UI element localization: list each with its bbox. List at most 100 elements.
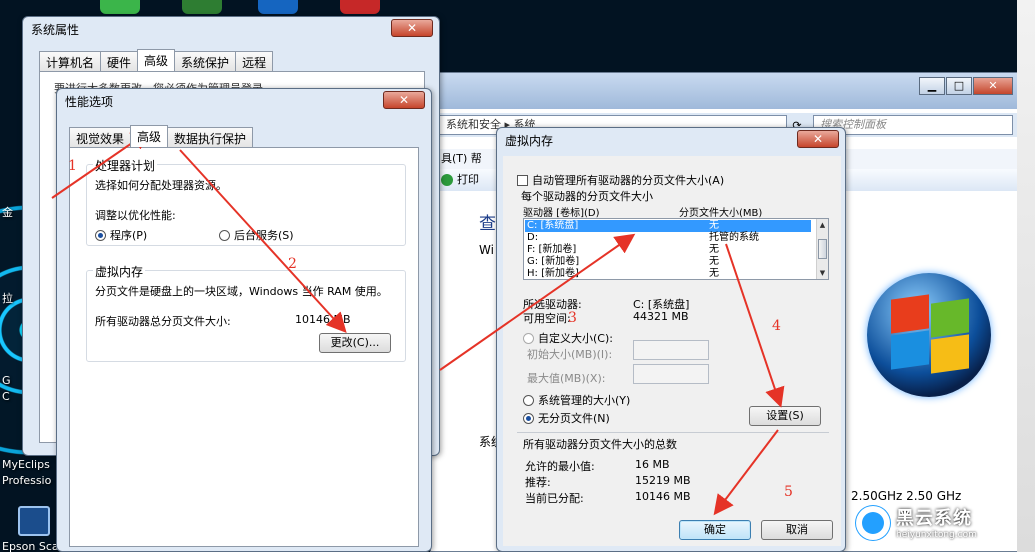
list-item[interactable]: H: [新加卷] 无 bbox=[525, 268, 811, 279]
processor-desc: 选择如何分配处理器资源。 bbox=[95, 179, 227, 192]
explorer-titlebar: ▁ □ ✕ bbox=[431, 73, 1019, 109]
tab-hardware[interactable]: 硬件 bbox=[100, 51, 139, 71]
watermark-name: 黑云系统 bbox=[896, 508, 972, 529]
system-managed-label: 系统管理的大小(Y) bbox=[538, 394, 631, 407]
close-icon[interactable]: ✕ bbox=[797, 130, 839, 148]
close-icon[interactable]: ✕ bbox=[973, 77, 1013, 95]
watermark-url: heiyunxitong.com bbox=[896, 530, 977, 540]
desktop-icon-label[interactable]: Professio bbox=[2, 474, 62, 487]
background-services-label: 后台服务(S) bbox=[234, 229, 294, 242]
tab-visual-effects[interactable]: 视觉效果 bbox=[69, 127, 132, 147]
free-space-label: 可用空间: bbox=[523, 312, 571, 325]
custom-size-radio[interactable]: 自定义大小(C): bbox=[523, 330, 613, 346]
step-number: 1 bbox=[68, 158, 77, 174]
radio-icon bbox=[523, 333, 534, 344]
taskbar-app-icon-2[interactable] bbox=[182, 0, 222, 14]
group-title: 处理器计划 bbox=[93, 157, 158, 174]
close-icon[interactable]: ✕ bbox=[383, 91, 425, 109]
virtual-memory-desc: 分页文件是硬盘上的一块区域，Windows 当作 RAM 使用。 bbox=[95, 285, 388, 298]
scroll-down-icon[interactable]: ▼ bbox=[818, 268, 827, 278]
group-title: 虚拟内存 bbox=[93, 263, 146, 280]
tab-advanced[interactable]: 高级 bbox=[130, 125, 169, 147]
minimize-icon[interactable]: ▁ bbox=[919, 77, 945, 95]
drive-name: G: [新加卷] bbox=[527, 256, 580, 267]
scroll-thumb[interactable] bbox=[818, 239, 827, 259]
program-radio[interactable]: 程序(P) bbox=[95, 227, 147, 243]
scroll-up-icon[interactable]: ▲ bbox=[818, 220, 827, 230]
taskbar-app-icon-4[interactable] bbox=[340, 0, 380, 14]
step-number: 3 bbox=[568, 310, 577, 326]
per-drive-label: 每个驱动器的分页文件大小 bbox=[521, 190, 653, 203]
drive-size: 无 bbox=[709, 256, 719, 267]
tab-advanced[interactable]: 高级 bbox=[137, 49, 176, 71]
taskbar-app-icon-pc[interactable] bbox=[258, 0, 298, 14]
desktop-icon-label[interactable]: MyEclips bbox=[2, 458, 62, 471]
min-allowed-value: 16 MB bbox=[635, 458, 670, 471]
radio-icon bbox=[219, 230, 230, 241]
windows-edition-label: Wi bbox=[479, 243, 494, 257]
total-paging-value: 10146 MB bbox=[295, 313, 351, 326]
radio-icon bbox=[95, 230, 106, 241]
total-paging-label: 所有驱动器总分页文件大小: bbox=[95, 315, 231, 328]
processor-scheduling-group: 处理器计划 选择如何分配处理器资源。 调整以优化性能: 程序(P) 后台服务(S… bbox=[86, 157, 406, 246]
tab-computer-name[interactable]: 计算机名 bbox=[39, 51, 102, 71]
program-radio-label: 程序(P) bbox=[110, 229, 148, 242]
tab-dep[interactable]: 数据执行保护 bbox=[167, 127, 254, 147]
set-button[interactable]: 设置(S) bbox=[749, 406, 821, 426]
dialog-title: 性能选项 bbox=[65, 95, 114, 109]
drive-list[interactable]: C: [系统盘] 无 D: 托管的系统 F: [新加卷] 无 G: [新加卷] 无 H:… bbox=[523, 218, 829, 280]
background-services-radio[interactable]: 后台服务(S) bbox=[219, 227, 294, 243]
step-number: 5 bbox=[784, 484, 793, 500]
tab-remote[interactable]: 远程 bbox=[235, 51, 274, 71]
max-size-input[interactable] bbox=[633, 364, 709, 384]
cpu-speed-value: 2.50GHz 2.50 GHz bbox=[851, 489, 962, 503]
no-paging-radio[interactable]: 无分页文件(N) bbox=[523, 410, 610, 426]
drive-name: D: bbox=[527, 232, 539, 243]
recommended-label: 推荐: bbox=[525, 476, 551, 489]
free-space-value: 44321 MB bbox=[633, 310, 689, 323]
dialog-title: 虚拟内存 bbox=[505, 134, 554, 148]
drive-size: 无 bbox=[709, 268, 719, 279]
drive-name: F: [新加卷] bbox=[527, 244, 577, 255]
desktop-icon-label[interactable]: Epson Sca bbox=[2, 540, 62, 552]
initial-size-input[interactable] bbox=[633, 340, 709, 360]
print-icon bbox=[441, 174, 453, 186]
epson-scan-icon[interactable] bbox=[18, 506, 50, 536]
change-button[interactable]: 更改(C)... bbox=[319, 333, 391, 353]
list-scrollbar[interactable]: ▲ ▼ bbox=[816, 219, 828, 279]
auto-manage-label: 自动管理所有驱动器的分页文件大小(A) bbox=[532, 174, 725, 187]
watermark: 黑云系统 heiyunxitong.com bbox=[856, 504, 1021, 544]
current-label: 当前已分配: bbox=[525, 492, 584, 505]
auto-manage-checkbox[interactable]: 自动管理所有驱动器的分页文件大小(A) bbox=[517, 172, 724, 188]
checkbox-icon bbox=[517, 175, 528, 186]
system-managed-radio[interactable]: 系统管理的大小(Y) bbox=[523, 392, 630, 408]
step-number: 2 bbox=[288, 256, 297, 272]
right-edge-strip bbox=[1017, 0, 1035, 552]
taskbar-app-icon-1[interactable] bbox=[100, 0, 140, 14]
current-value: 10146 MB bbox=[635, 490, 691, 503]
performance-advanced-panel: 处理器计划 选择如何分配处理器资源。 调整以优化性能: 程序(P) 后台服务(S… bbox=[69, 147, 419, 547]
close-icon[interactable]: ✕ bbox=[391, 19, 433, 37]
windows-logo-icon bbox=[867, 273, 991, 397]
list-item[interactable]: D: 托管的系统 bbox=[525, 232, 811, 244]
drive-name: H: [新加卷] bbox=[527, 268, 579, 279]
ok-button[interactable]: 确定 bbox=[679, 520, 751, 540]
adjust-label: 调整以优化性能: bbox=[95, 209, 176, 222]
col-drive-header: 驱动器 [卷标](D) bbox=[523, 208, 600, 219]
dialog-title: 系统属性 bbox=[31, 23, 80, 37]
print-button[interactable]: 打印 bbox=[457, 173, 479, 186]
virtual-memory-dialog: 虚拟内存 ✕ 自动管理所有驱动器的分页文件大小(A) 每个驱动器的分页文件大小 … bbox=[496, 127, 846, 552]
tab-system-protection[interactable]: 系统保护 bbox=[174, 51, 237, 71]
list-item[interactable]: C: [系统盘] 无 bbox=[525, 220, 811, 232]
radio-icon bbox=[523, 413, 534, 424]
min-allowed-label: 允许的最小值: bbox=[525, 460, 595, 473]
col-size-header: 分页文件大小(MB) bbox=[679, 208, 763, 219]
radio-icon bbox=[523, 395, 534, 406]
maximize-icon[interactable]: □ bbox=[946, 77, 972, 95]
drive-size: 无 bbox=[709, 220, 719, 231]
performance-options-dialog: 性能选项 ✕ 视觉效果 高级 数据执行保护 处理器计划 选择如何分配处理器资源。… bbox=[56, 88, 432, 552]
totals-separator bbox=[517, 432, 829, 433]
list-item[interactable]: G: [新加卷] 无 bbox=[525, 256, 811, 268]
cancel-button[interactable]: 取消 bbox=[761, 520, 833, 540]
list-item[interactable]: F: [新加卷] 无 bbox=[525, 244, 811, 256]
